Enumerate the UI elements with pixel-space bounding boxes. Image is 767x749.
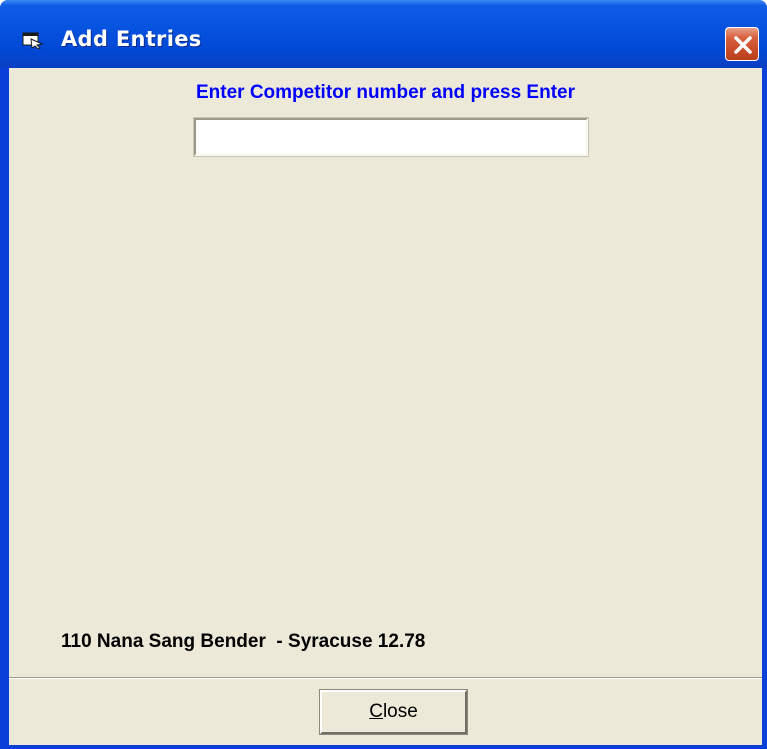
- competitor-number-input[interactable]: [193, 117, 589, 157]
- dialog-body: Enter Competitor number and press Enter …: [9, 68, 762, 745]
- close-button-accelerator: C: [369, 701, 383, 722]
- footer-divider: [9, 677, 762, 679]
- close-button-label: lose: [382, 701, 418, 722]
- last-entry-status: 110 Nana Sang Bender - Syracuse 12.78: [61, 631, 426, 652]
- window-title: Add Entries: [61, 27, 202, 51]
- title-bar[interactable]: Add Entries: [0, 0, 767, 68]
- close-x-icon: [734, 36, 752, 54]
- window-close-button[interactable]: [725, 27, 759, 61]
- add-entries-window: Add Entries Enter Competitor number and …: [0, 0, 767, 749]
- window-app-icon: [22, 31, 44, 50]
- competitor-prompt-label: Enter Competitor number and press Enter: [195, 82, 575, 103]
- close-button[interactable]: Close: [319, 689, 468, 735]
